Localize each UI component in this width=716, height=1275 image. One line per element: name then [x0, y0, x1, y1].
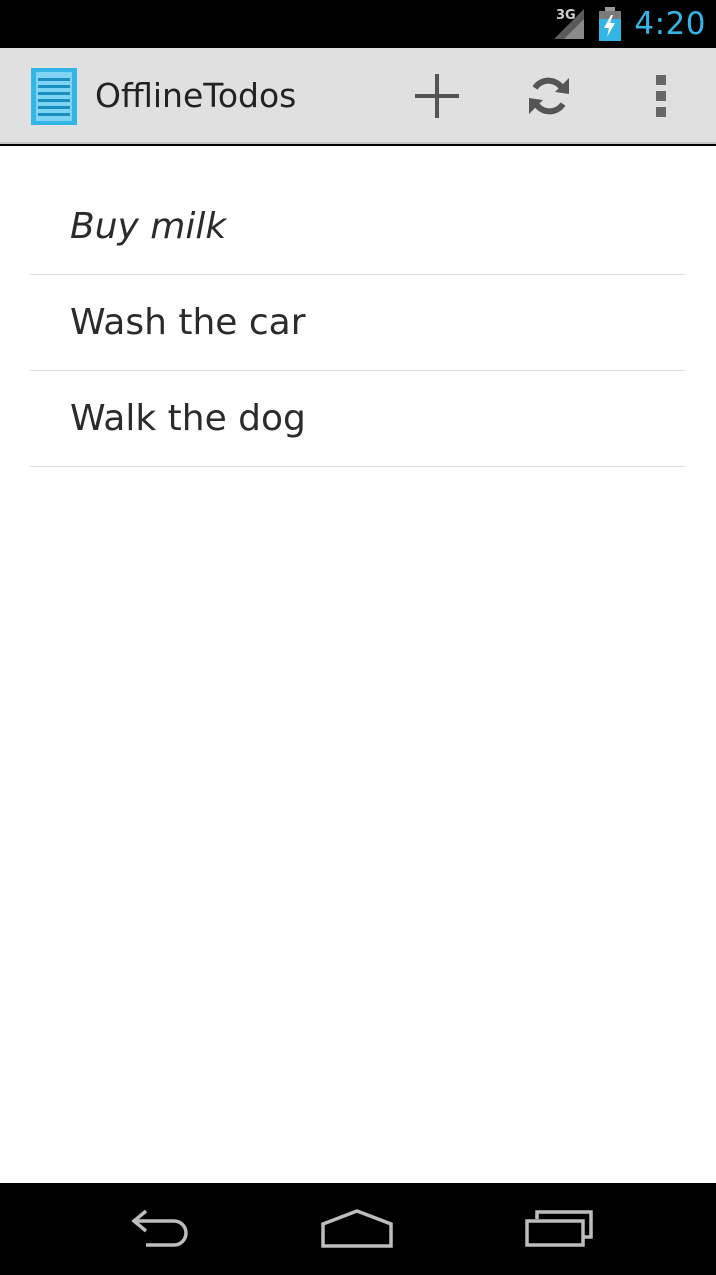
add-icon: [415, 74, 459, 118]
refresh-button[interactable]: [499, 48, 599, 144]
overflow-menu-icon: [656, 75, 666, 117]
clock: 4:20: [634, 6, 706, 42]
status-bar: 3G 4:20: [0, 0, 716, 48]
todo-item-walk-the-dog[interactable]: Walk the dog: [30, 371, 685, 467]
status-icons: 4:20: [552, 0, 706, 48]
back-button[interactable]: [87, 1183, 227, 1275]
app-notes-icon[interactable]: [31, 68, 77, 125]
recents-icon: [525, 1210, 593, 1247]
action-bar: OfflineTodos: [0, 48, 716, 144]
refresh-icon: [529, 77, 569, 115]
todo-item-buy-milk[interactable]: Buy milk: [30, 179, 685, 275]
content-area: Buy milk Wash the car Walk the dog: [0, 146, 716, 1183]
navigation-bar: [0, 1183, 716, 1275]
home-button[interactable]: [287, 1183, 427, 1275]
battery-charging-icon: [599, 7, 622, 41]
add-button[interactable]: [387, 48, 487, 144]
home-icon: [321, 1209, 393, 1248]
signal-icon: [554, 9, 585, 39]
back-icon: [131, 1209, 188, 1247]
todo-item-wash-the-car[interactable]: Wash the car: [30, 275, 685, 371]
todo-list: Buy milk Wash the car Walk the dog: [30, 179, 685, 467]
recents-button[interactable]: [489, 1183, 629, 1275]
overflow-menu-button[interactable]: [611, 48, 711, 144]
app-title: OfflineTodos: [95, 76, 297, 115]
